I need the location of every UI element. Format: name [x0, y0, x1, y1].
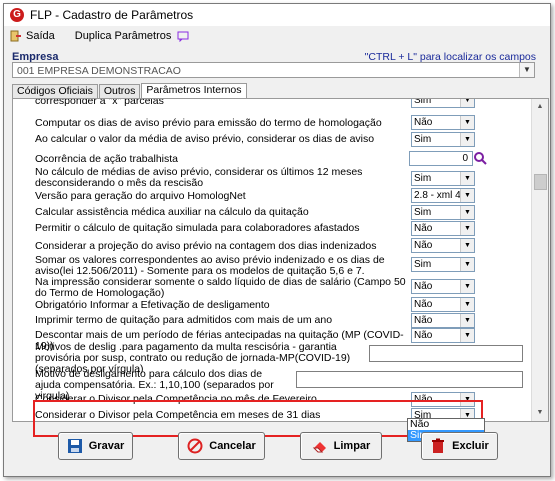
chevron-down-icon: ▼ — [460, 222, 474, 235]
duplicate-label: Duplica Parâmetros — [74, 30, 172, 42]
empresa-value: 001 EMPRESA DEMONSTRACAO — [17, 65, 181, 77]
chevron-down-icon: ▼ — [460, 172, 474, 185]
param-label: Somar os valores correspondentes ao avis… — [35, 254, 385, 277]
message-icon — [177, 31, 189, 42]
trash-icon — [432, 438, 445, 453]
cancel-button[interactable]: Cancelar — [178, 432, 265, 460]
title-bar: G FLP - Cadastro de Parâmetros — [4, 4, 550, 26]
param-select[interactable]: Sim ▼ — [411, 171, 475, 186]
chevron-down-icon: ▼ — [460, 258, 474, 271]
scroll-down-icon[interactable]: ▼ — [532, 405, 548, 421]
tab-outros[interactable]: Outros — [98, 84, 141, 98]
delete-button[interactable]: Excluir — [421, 432, 498, 460]
chevron-down-icon: ▼ — [460, 206, 474, 219]
param-label: Calcular assistência médica auxiliar na … — [35, 206, 309, 218]
param-select[interactable]: Não ▼ — [411, 297, 475, 312]
param-label: Ao calcular o valor da média de aviso pr… — [35, 133, 375, 145]
param-label: Ocorrência de ação trabalhista — [35, 153, 178, 165]
param-label: Imprimir termo de quitação para admitido… — [35, 314, 333, 326]
param-value: Sim — [414, 173, 432, 184]
motivo-ajuda-input[interactable] — [296, 371, 523, 388]
param-select[interactable]: Não ▼ — [411, 221, 475, 236]
param-label: Versão para geração do arquivo HomologNe… — [35, 190, 246, 202]
tab-parametros-internos[interactable]: Parâmetros Internos — [141, 83, 247, 99]
window-title: FLP - Cadastro de Parâmetros — [30, 8, 194, 22]
param-value: Não — [414, 117, 433, 128]
motivos-multa-input[interactable] — [369, 345, 523, 362]
save-label: Gravar — [88, 440, 125, 452]
floppy-disk-icon — [67, 439, 82, 453]
exit-button[interactable]: Saída — [10, 30, 55, 42]
ocorrencia-input[interactable]: 0 — [409, 151, 473, 166]
param-select[interactable]: Não ▼ — [411, 328, 475, 343]
search-icon[interactable] — [473, 151, 487, 165]
param-select[interactable]: Não ▼ — [411, 313, 475, 328]
param-value: Sim — [414, 259, 432, 270]
param-value: Sim — [414, 98, 432, 106]
duplicate-params-button[interactable]: Duplica Parâmetros — [75, 30, 194, 42]
chevron-down-icon: ▼ — [460, 314, 474, 327]
param-label: corresponder a "x" parcelas — [35, 98, 164, 107]
exit-label: Saída — [26, 30, 55, 42]
chevron-down-icon[interactable]: ▼ — [519, 63, 534, 77]
cancel-icon — [187, 438, 203, 454]
param-value: Não — [414, 240, 433, 251]
param-select[interactable]: Não ▼ — [411, 238, 475, 253]
app-logo-icon: G — [10, 8, 24, 22]
param-value: Sim — [414, 134, 432, 145]
param-value: Sim — [414, 207, 432, 218]
scroll-thumb[interactable] — [534, 174, 547, 190]
param-select[interactable]: Sim ▼ — [411, 257, 475, 272]
clear-label: Limpar — [333, 440, 371, 452]
param-label: Na impressão considerar somente o saldo … — [35, 276, 406, 299]
param-label: Obrigatório Informar a Efetivação de des… — [35, 299, 270, 311]
params-panel: corresponder a "x" parcelas Sim ▼ Computa… — [12, 98, 549, 422]
empresa-select[interactable]: 001 EMPRESA DEMONSTRACAO ▼ — [12, 62, 535, 78]
toolbar: Saída Duplica Parâmetros — [4, 26, 550, 46]
param-select[interactable]: Sim ▼ — [411, 205, 475, 220]
clear-button[interactable]: Limpar — [300, 432, 382, 460]
param-value: Não — [414, 315, 433, 326]
param-value: Não — [414, 299, 433, 310]
tab-bar: Códigos Oficiais Outros Parâmetros Inter… — [12, 83, 248, 99]
param-label: Permitir o cálculo de quitação simulada … — [35, 222, 360, 234]
param-select[interactable]: Sim ▼ — [411, 98, 475, 108]
param-value: Não — [414, 223, 433, 234]
scroll-up-icon[interactable]: ▲ — [532, 99, 548, 115]
chevron-down-icon: ▼ — [460, 280, 474, 293]
save-button[interactable]: Gravar — [58, 432, 133, 460]
chevron-down-icon: ▼ — [460, 298, 474, 311]
eraser-icon — [312, 442, 326, 453]
param-select[interactable]: Não ▼ — [411, 279, 475, 294]
chevron-down-icon: ▼ — [460, 133, 474, 146]
param-select[interactable]: Sim ▼ — [411, 132, 475, 147]
param-label: Considerar a projeção do aviso prévio na… — [35, 240, 377, 252]
param-value: Não — [414, 330, 433, 341]
chevron-down-icon: ▼ — [460, 239, 474, 252]
chevron-down-icon: ▼ — [460, 189, 474, 202]
param-select[interactable]: Não ▼ — [411, 115, 475, 130]
param-label: No cálculo de médias de aviso prévio, co… — [35, 166, 363, 189]
param-select[interactable]: 2.8 - xml 4.9 ▼ — [411, 188, 475, 203]
vertical-scrollbar[interactable]: ▲ ▼ — [531, 99, 548, 421]
tab-codigos-oficiais[interactable]: Códigos Oficiais — [12, 84, 98, 98]
chevron-down-icon: ▼ — [460, 99, 474, 107]
param-value: Não — [414, 281, 433, 292]
exit-door-icon — [10, 30, 21, 42]
cancel-label: Cancelar — [209, 440, 256, 452]
param-label: Computar os dias de aviso prévio para em… — [35, 117, 382, 129]
chevron-down-icon: ▼ — [460, 116, 474, 129]
delete-label: Excluir — [452, 440, 489, 452]
param-value: 0 — [462, 153, 468, 164]
chevron-down-icon: ▼ — [460, 329, 474, 342]
